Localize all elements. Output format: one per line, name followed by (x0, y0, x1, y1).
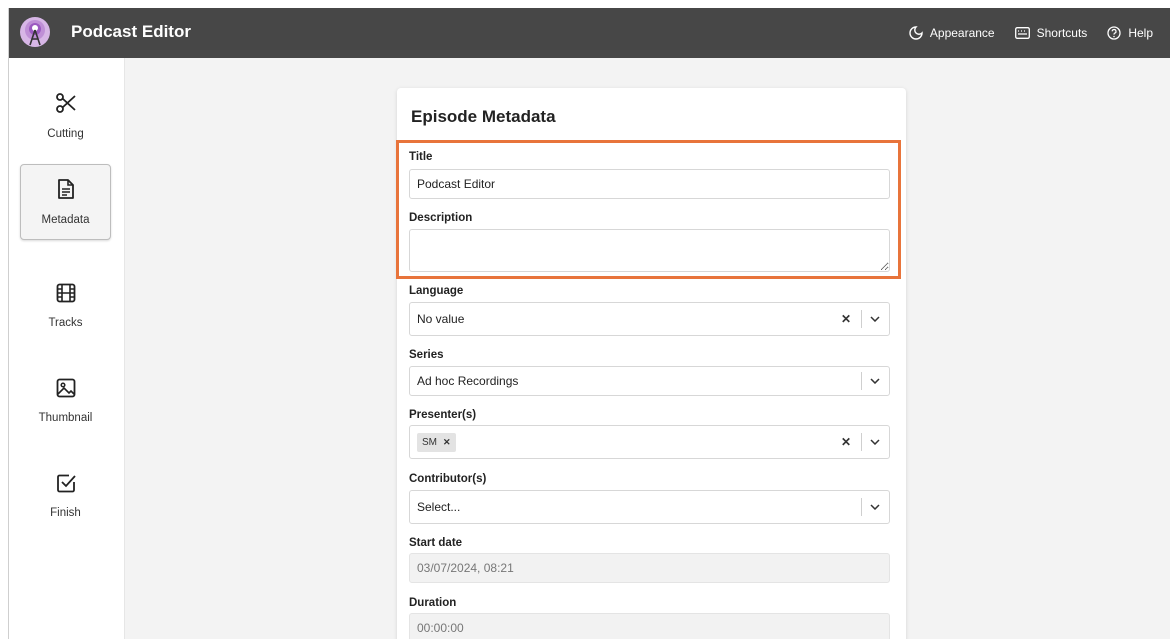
sidebar-item-label: Metadata (41, 214, 90, 226)
help-button[interactable]: Help (1107, 26, 1153, 40)
sidebar-item-label: Cutting (47, 128, 84, 140)
presenter-chip: SM ✕ (417, 432, 456, 452)
sidebar-item-label: Tracks (48, 317, 83, 329)
shortcuts-button[interactable]: Shortcuts (1014, 26, 1088, 40)
keyboard-icon (1014, 27, 1030, 39)
card-title: Episode Metadata (411, 107, 556, 126)
film-icon (56, 283, 76, 308)
start-date-field: 03/07/2024, 08:21 (409, 553, 890, 583)
chevron-down-icon[interactable] (868, 316, 882, 322)
help-label: Help (1128, 26, 1153, 40)
title-label: Title (409, 151, 433, 163)
sidebar-item-label: Thumbnail (38, 412, 93, 424)
presenters-label: Presenter(s) (409, 409, 477, 421)
language-label: Language (409, 285, 464, 297)
select-separator (861, 310, 862, 328)
contributors-select[interactable]: Select... (409, 490, 890, 524)
metadata-card: Episode Metadata Title Description Langu… (397, 88, 906, 639)
title-input[interactable] (409, 169, 890, 199)
sidebar-item-finish[interactable]: Finish (20, 458, 111, 534)
language-value: No value (417, 312, 465, 326)
sidebar-item-tracks[interactable]: Tracks (20, 268, 111, 344)
select-separator (861, 433, 862, 451)
image-icon (56, 378, 76, 403)
language-select[interactable]: No value ✕ (409, 302, 890, 336)
help-icon (1107, 26, 1121, 40)
top-bar: Podcast Editor Appearance Shortcuts Help (9, 8, 1170, 58)
check-square-icon (56, 473, 76, 498)
app-title: Podcast Editor (71, 22, 191, 41)
contributors-label: Contributor(s) (409, 473, 487, 485)
chevron-down-icon[interactable] (868, 504, 882, 510)
chevron-down-icon[interactable] (868, 439, 882, 445)
series-label: Series (409, 349, 444, 361)
sidebar: Cutting Metadata Tracks Thumbnail Finish (9, 58, 125, 639)
sidebar-item-cutting[interactable]: Cutting (20, 78, 111, 154)
clear-icon[interactable]: ✕ (837, 312, 855, 326)
sidebar-item-thumbnail[interactable]: Thumbnail (20, 363, 111, 439)
start-date-label: Start date (409, 537, 463, 549)
duration-field: 00:00:00 (409, 613, 890, 639)
podcast-logo-icon (19, 16, 51, 48)
series-value: Ad hoc Recordings (417, 374, 519, 388)
series-select[interactable]: Ad hoc Recordings (409, 366, 890, 396)
presenters-select[interactable]: SM ✕ ✕ (409, 425, 890, 459)
sidebar-item-label: Finish (50, 507, 81, 519)
description-label: Description (409, 212, 473, 224)
appearance-label: Appearance (929, 26, 995, 40)
contributors-placeholder: Select... (417, 500, 461, 514)
scissors-icon (55, 92, 77, 119)
appearance-button[interactable]: Appearance (909, 26, 995, 40)
shortcuts-label: Shortcuts (1036, 26, 1088, 40)
presenter-chip-label: SM (422, 436, 437, 448)
select-separator (861, 498, 862, 516)
description-textarea[interactable] (409, 229, 890, 272)
app-window: Podcast Editor Appearance Shortcuts Help (8, 8, 1170, 639)
sidebar-item-metadata[interactable]: Metadata (20, 164, 111, 240)
remove-chip-icon[interactable]: ✕ (443, 437, 451, 448)
duration-label: Duration (409, 597, 457, 609)
clear-icon[interactable]: ✕ (837, 435, 855, 449)
chevron-down-icon[interactable] (868, 378, 882, 384)
document-icon (57, 178, 75, 205)
select-separator (861, 372, 862, 390)
appearance-icon (909, 26, 923, 40)
